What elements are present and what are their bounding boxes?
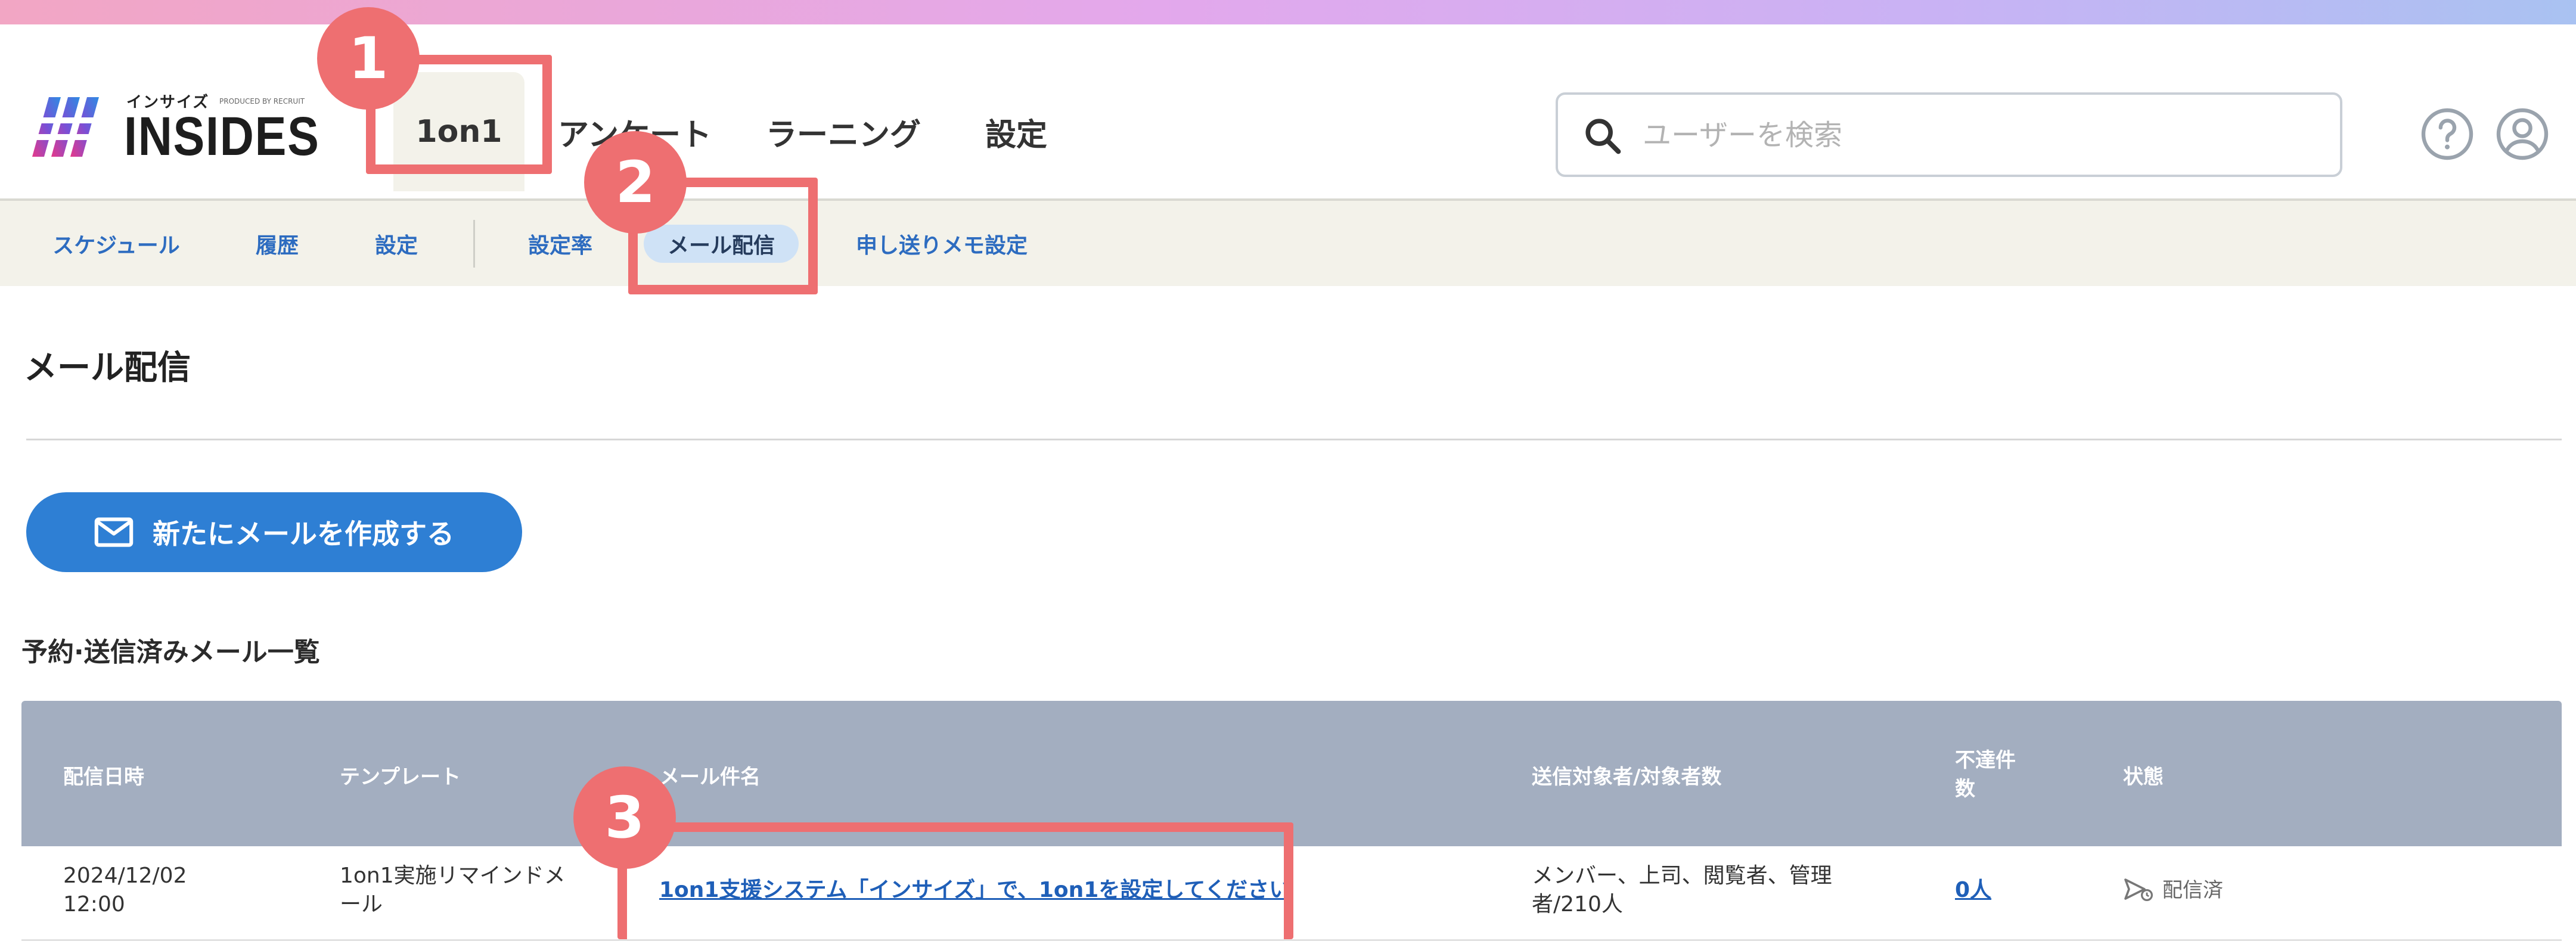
th-delivery-datetime: 配信日時 <box>63 765 144 789</box>
search-icon <box>1585 119 1621 154</box>
cell-recipients-line1: メンバー、上司、閲覧者、管理 <box>1532 864 1832 888</box>
th-template: テンプレート <box>340 765 461 789</box>
highlight-box-3 <box>617 822 1293 939</box>
subnav-settings[interactable]: 設定 <box>364 225 429 263</box>
logo-produced-by: PRODUCED BY RECRUIT <box>219 97 305 105</box>
th-status: 状態 <box>2123 765 2164 789</box>
annotation-badge-3: 3 <box>573 766 676 869</box>
cell-status: 配信済 <box>2123 876 2223 905</box>
subnav-divider <box>473 220 475 268</box>
user-account-icon[interactable] <box>2494 105 2551 163</box>
help-icon[interactable] <box>2419 105 2476 163</box>
nav-tab-learning[interactable]: ラーニング <box>763 72 924 191</box>
nav-tab-settings[interactable]: 設定 <box>972 72 1061 191</box>
subnav-schedule[interactable]: スケジュール <box>42 225 191 263</box>
th-mail-subject: メール件名 <box>659 765 761 789</box>
cell-date: 2024/12/02 <box>63 864 187 888</box>
logo-text: INSIDES <box>124 106 320 167</box>
subnav-history[interactable]: 履歴 <box>244 225 310 263</box>
create-new-mail-label: 新たにメールを作成する <box>153 518 454 550</box>
mail-list-title: 予約·送信済みメール一覧 <box>21 637 320 667</box>
status-label: 配信済 <box>2162 878 2223 902</box>
create-new-mail-button[interactable]: 新たにメールを作成する <box>26 492 522 572</box>
search-input[interactable] <box>1641 95 2329 176</box>
cell-template-line1: 1on1実施リマインドメ <box>340 864 566 888</box>
undelivered-count-link[interactable]: 0人 <box>1955 876 1991 905</box>
logo-mark-icon <box>31 97 106 157</box>
cell-recipients: メンバー、上司、閲覧者、管理 者/210人 <box>1532 862 1832 919</box>
cell-template-line2: ール <box>340 892 383 917</box>
th-recipients: 送信対象者/対象者数 <box>1532 765 1722 789</box>
sent-status-icon <box>2124 878 2153 901</box>
title-divider <box>26 439 2562 440</box>
sub-navigation: スケジュール 履歴 設定 設定率 メール配信 申し送りメモ設定 <box>0 201 2576 286</box>
cell-delivery-datetime: 2024/12/02 12:00 <box>63 862 187 919</box>
th-undelivered-count: 不達件数 <box>1955 749 2016 801</box>
page-title: メール配信 <box>24 349 191 387</box>
cell-time: 12:00 <box>63 892 125 917</box>
cell-recipients-line2: 者/210人 <box>1532 892 1623 917</box>
subnav-setting-rate[interactable]: 設定率 <box>513 225 608 263</box>
cell-template: 1on1実施リマインドメ ール <box>340 862 566 919</box>
mail-icon <box>94 517 134 547</box>
insides-logo[interactable]: インサイズ PRODUCED BY RECRUIT INSIDES <box>31 72 329 167</box>
annotation-badge-2: 2 <box>584 131 687 234</box>
annotation-badge-1: 1 <box>317 7 420 110</box>
subnav-handover-memo-settings[interactable]: 申し送りメモ設定 <box>846 225 1037 263</box>
user-search-box[interactable] <box>1556 92 2342 177</box>
